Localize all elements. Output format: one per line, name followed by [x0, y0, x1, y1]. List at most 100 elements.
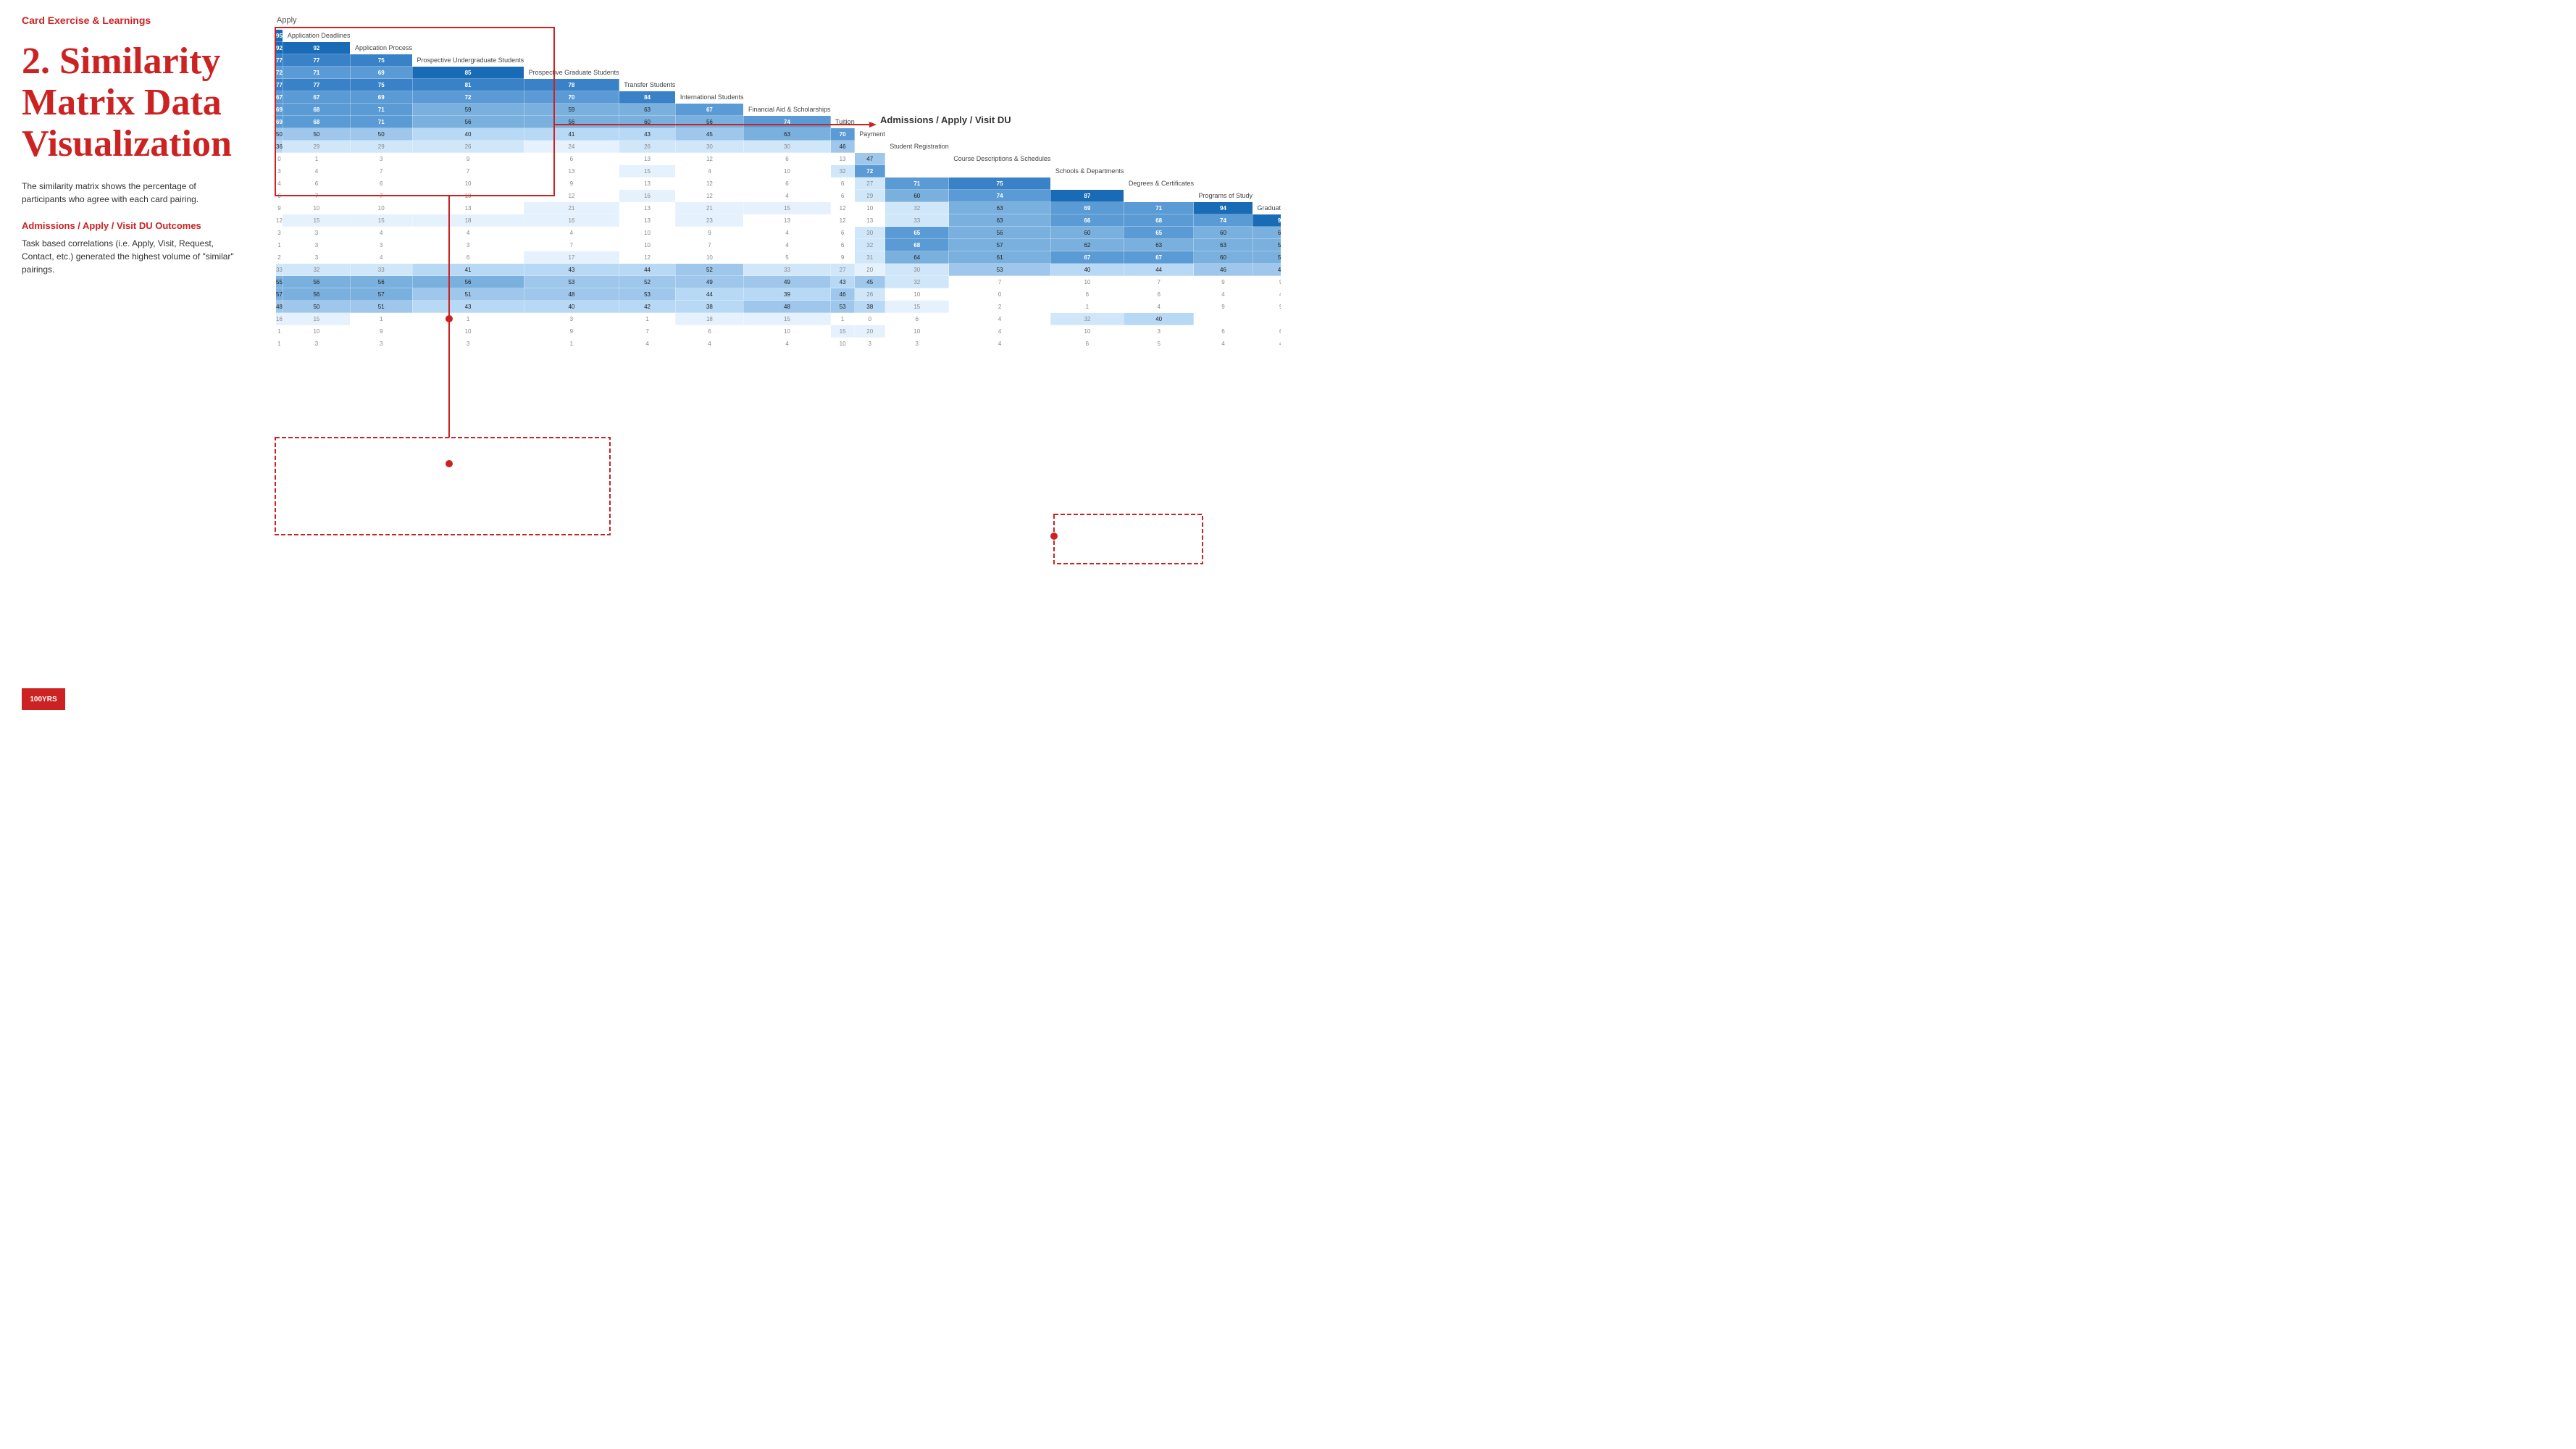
matrix-cell [1253, 313, 1281, 325]
matrix-cell: 3 [276, 165, 283, 178]
matrix-cell: 15 [283, 313, 350, 325]
matrix-cell: 15 [743, 202, 830, 214]
matrix-cell: 77 [276, 79, 283, 91]
matrix-cell: 72 [855, 165, 885, 178]
matrix-cell: 60 [1194, 227, 1253, 239]
matrix-cell: 10 [743, 165, 830, 178]
matrix-cell: 4 [949, 338, 1051, 350]
matrix-cell: 6 [831, 239, 855, 251]
matrix-cell: 75 [350, 79, 412, 91]
row-label: Financial Aid & Scholarships [743, 104, 830, 116]
matrix-cell: 10 [412, 178, 524, 190]
matrix-cell: 15 [831, 325, 855, 338]
matrix-cell: 69 [276, 116, 283, 128]
matrix-cell: 10 [283, 202, 350, 214]
matrix-cell: 44 [1124, 264, 1194, 276]
row-label: Schools & Departments [1050, 165, 1124, 178]
matrix-cell: 40 [524, 301, 619, 313]
matrix-cell: 47 [1253, 264, 1281, 276]
matrix-cell: 7 [350, 165, 412, 178]
matrix-cell: 53 [949, 264, 1051, 276]
matrix-cell: 26 [619, 141, 676, 153]
matrix-cell: 49 [675, 276, 743, 288]
matrix-cell: 12 [831, 214, 855, 227]
matrix-cell: 69 [350, 91, 412, 104]
matrix-cell: 42 [619, 301, 676, 313]
matrix-cell: 10 [855, 202, 885, 214]
matrix-cell: 23 [675, 214, 743, 227]
matrix-cell: 10 [619, 227, 676, 239]
matrix-cell: 63 [619, 104, 676, 116]
matrix-cell: 56 [350, 276, 412, 288]
card-exercise-title: Card Exercise & Learnings [22, 14, 239, 26]
matrix-cell: 40 [412, 128, 524, 141]
matrix-cell: 12 [675, 190, 743, 202]
matrix-cell: 45 [675, 128, 743, 141]
matrix-cell: 3 [350, 153, 412, 165]
matrix-cell: 67 [1050, 251, 1124, 264]
description-text: The similarity matrix shows the percenta… [22, 180, 239, 206]
matrix-cell: 1 [831, 313, 855, 325]
matrix-cell: 60 [885, 190, 949, 202]
matrix-cell: 2 [276, 251, 283, 264]
matrix-cell: 30 [743, 141, 830, 153]
matrix-cell: 43 [831, 276, 855, 288]
matrix-cell: 69 [350, 67, 412, 79]
matrix-cell: 67 [276, 91, 283, 104]
matrix-cell: 3 [1124, 325, 1194, 338]
matrix-cell: 29 [855, 190, 885, 202]
matrix-cell: 3 [524, 313, 619, 325]
row-label: Programs of Study [1194, 190, 1253, 202]
matrix-cell: 15 [743, 313, 830, 325]
matrix-cell: 95 [276, 30, 283, 42]
matrix-cell: 75 [350, 54, 412, 67]
matrix-cell [885, 153, 949, 165]
matrix-cell: 72 [412, 91, 524, 104]
matrix-cell: 9 [1253, 276, 1281, 288]
matrix-cell: 41 [412, 264, 524, 276]
matrix-cell: 7 [619, 325, 676, 338]
matrix-cell: 56 [283, 288, 350, 301]
matrix-cell: 4 [743, 239, 830, 251]
matrix-cell: 32 [1050, 313, 1124, 325]
matrix-cell: 50 [276, 128, 283, 141]
matrix-cell: 15 [283, 214, 350, 227]
matrix-cell: 33 [743, 264, 830, 276]
matrix-cell: 16 [619, 190, 676, 202]
matrix-cell: 4 [675, 165, 743, 178]
matrix-cell: 41 [524, 128, 619, 141]
matrix-cell: 9 [350, 325, 412, 338]
matrix-cell: 12 [675, 178, 743, 190]
matrix-cell [1194, 313, 1253, 325]
row-label: Application Deadlines [283, 30, 350, 42]
matrix-cell: 4 [619, 338, 676, 350]
matrix-cell: 60 [1050, 227, 1124, 239]
matrix-cell: 1 [1050, 301, 1124, 313]
matrix-cell: 18 [675, 313, 743, 325]
matrix-cell: 6 [885, 313, 949, 325]
logo: 100YRS [22, 688, 65, 710]
matrix-cell: 56 [675, 116, 743, 128]
matrix-cell: 53 [831, 301, 855, 313]
matrix-cell: 96 [1253, 214, 1281, 227]
matrix-cell: 9 [1194, 276, 1253, 288]
matrix-cell: 15 [350, 214, 412, 227]
matrix-cell: 29 [283, 141, 350, 153]
matrix-cell: 61 [949, 251, 1051, 264]
matrix-cell: 1 [283, 153, 350, 165]
matrix-cell: 70 [524, 91, 619, 104]
matrix-cell: 4 [276, 178, 283, 190]
matrix-cell: 68 [885, 239, 949, 251]
matrix-cell: 30 [855, 227, 885, 239]
matrix-cell: 4 [949, 313, 1051, 325]
matrix-cell: 10 [885, 288, 949, 301]
matrix-cell: 3 [412, 338, 524, 350]
matrix-cell: 20 [855, 264, 885, 276]
matrix-cell: 49 [743, 276, 830, 288]
matrix-cell: 10 [885, 325, 949, 338]
matrix-cell: 26 [855, 288, 885, 301]
matrix-cell: 32 [855, 239, 885, 251]
matrix-cell: 0 [949, 288, 1051, 301]
matrix-cell: 3 [276, 227, 283, 239]
matrix-cell: 77 [276, 54, 283, 67]
